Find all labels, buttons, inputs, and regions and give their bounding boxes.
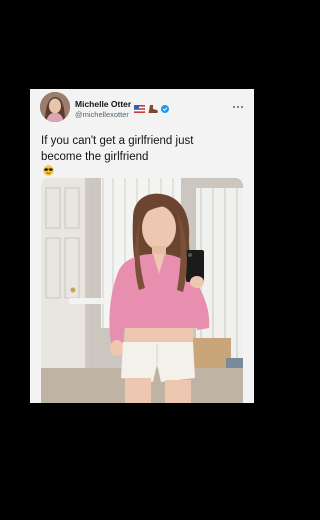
author-handle[interactable]: @michellexotter [75,110,129,119]
tweet-text-line-1: If you can't get a girlfriend just [41,135,194,147]
avatar[interactable] [40,92,70,122]
author-display-name[interactable]: Michelle Otter [75,99,131,109]
tweet-text-line-2-wrap: become the girlfriend [41,149,241,181]
verified-badge-icon [161,100,170,113]
tweet-card[interactable]: Michelle Otter @michellexotter If you ca… [30,89,254,403]
screen: Michelle Otter @michellexotter If you ca… [0,0,292,520]
tweet-text: If you can't get a girlfriend just becom… [41,133,241,181]
more-horizontal-icon[interactable] [232,98,244,108]
boot-emoji-icon [148,100,158,113]
tweet-header: Michelle Otter @michellexotter [40,92,246,124]
flag-emoji-icon [133,100,146,114]
tweet-text-line-2: become the girlfriend [41,151,149,163]
tweet-media-photo[interactable] [41,178,243,403]
author-name-row: Michelle Otter [75,98,170,114]
